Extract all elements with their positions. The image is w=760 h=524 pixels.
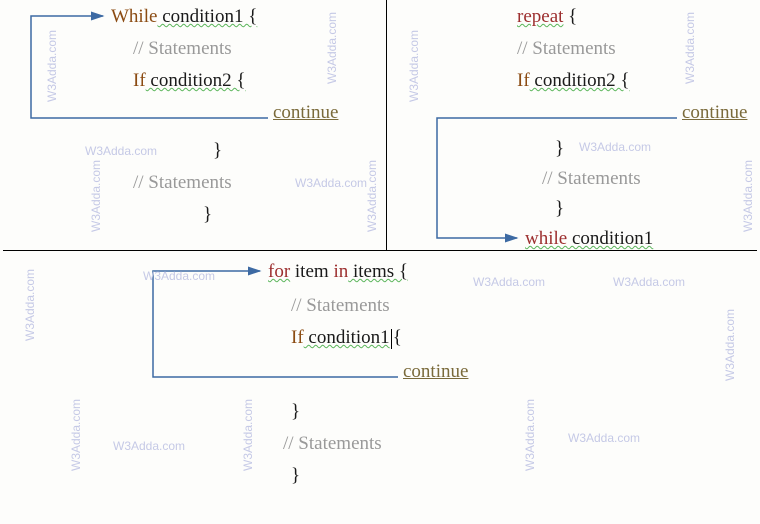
- while-continue: continue: [273, 102, 338, 124]
- while-close1: }: [213, 140, 222, 162]
- while-keyword: while: [525, 228, 567, 249]
- watermark: W3Adda.com: [613, 275, 685, 289]
- watermark: W3Adda.com: [568, 431, 640, 445]
- while-line3: If condition2 {: [133, 70, 246, 92]
- if-keyword: If: [517, 70, 530, 91]
- watermark: W3Adda.com: [143, 269, 215, 283]
- watermark: W3Adda.com: [45, 30, 59, 102]
- if-keyword: If: [133, 70, 146, 91]
- watermark: W3Adda.com: [473, 275, 545, 289]
- watermark: W3Adda.com: [295, 176, 367, 190]
- if-cond: condition2 {: [530, 70, 630, 91]
- watermark: W3Adda.com: [523, 399, 537, 471]
- for-continue: continue: [403, 361, 468, 383]
- watermark: W3Adda.com: [579, 140, 651, 154]
- while-line2: // Statements: [133, 38, 232, 60]
- watermark: W3Adda.com: [365, 160, 379, 232]
- repeat-line2: // Statements: [517, 38, 616, 60]
- for-close2: }: [291, 465, 300, 487]
- watermark: W3Adda.com: [407, 30, 421, 102]
- for-keyword: for: [268, 261, 290, 282]
- repeat-panel: repeat { // Statements If condition2 { c…: [387, 0, 757, 251]
- watermark: W3Adda.com: [241, 399, 255, 471]
- repeat-line3: If condition2 {: [517, 70, 630, 92]
- while-cond: condition1 {: [157, 6, 257, 27]
- repeat-line6: // Statements: [542, 168, 641, 190]
- watermark: W3Adda.com: [23, 269, 37, 341]
- while-keyword: While: [111, 6, 157, 27]
- while-close2: }: [203, 204, 212, 226]
- watermark: W3Adda.com: [89, 160, 103, 232]
- in-keyword: in: [333, 261, 348, 282]
- watermark: W3Adda.com: [741, 160, 755, 232]
- watermark: W3Adda.com: [85, 144, 157, 158]
- repeat-line1: repeat {: [517, 6, 577, 28]
- for-line6: // Statements: [283, 433, 382, 455]
- watermark: W3Adda.com: [683, 12, 697, 84]
- for-line1: for item in items {: [268, 261, 408, 283]
- repeat-continue: continue: [682, 102, 747, 124]
- for-close1: }: [291, 401, 300, 423]
- watermark: W3Adda.com: [113, 439, 185, 453]
- watermark: W3Adda.com: [69, 399, 83, 471]
- for-line3: If condition1{: [291, 327, 402, 349]
- for-arrow: [3, 251, 757, 524]
- repeat-line8: while condition1: [525, 228, 653, 250]
- while-line1: While condition1 {: [111, 6, 257, 28]
- watermark: W3Adda.com: [325, 12, 339, 84]
- for-panel: for item in items { // Statements If con…: [3, 251, 757, 524]
- watermark: W3Adda.com: [723, 309, 737, 381]
- while-line6: // Statements: [133, 172, 232, 194]
- if-keyword: If: [291, 327, 304, 348]
- for-line2: // Statements: [291, 295, 390, 317]
- repeat-close1: }: [555, 138, 564, 160]
- text-cursor: [391, 329, 392, 349]
- while-panel: While condition1 { // Statements If cond…: [3, 0, 387, 251]
- repeat-keyword: repeat: [517, 6, 563, 27]
- repeat-close2: }: [555, 198, 564, 220]
- if-cond: condition2 {: [146, 70, 246, 91]
